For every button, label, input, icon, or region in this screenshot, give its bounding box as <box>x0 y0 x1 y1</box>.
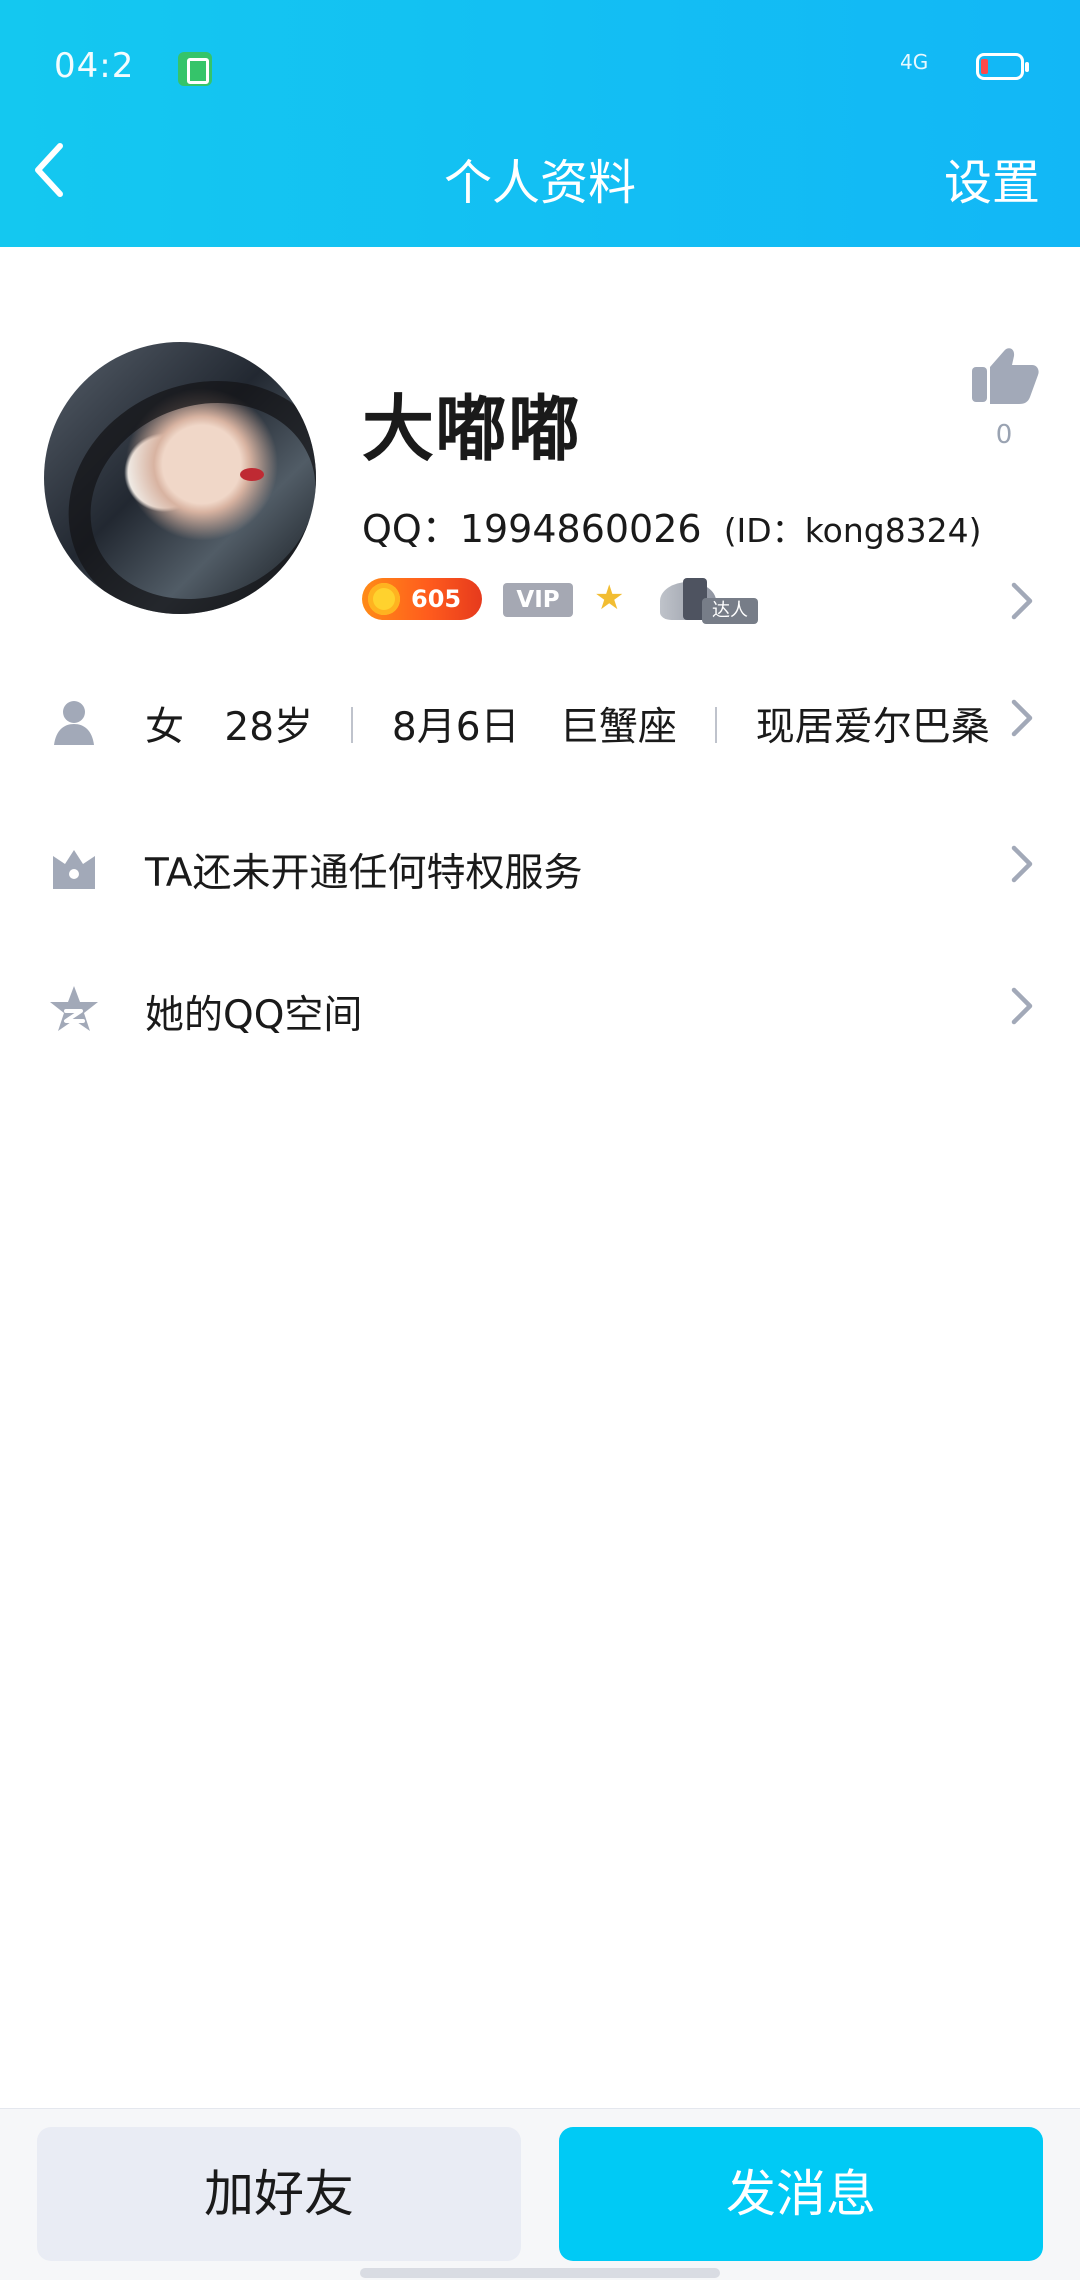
username: 大嘟嘟 <box>362 387 582 471</box>
status-time: 04:2 <box>54 46 135 86</box>
signal-text: 4G <box>900 50 929 74</box>
privilege-label: TA还未开通任何特权服务 <box>145 851 583 896</box>
birthday: 8月6日 <box>391 705 520 750</box>
location: 现居爱尔巴桑 <box>755 705 990 750</box>
page-title: 个人资料 <box>443 155 636 211</box>
master-badge-label: 达人 <box>702 598 758 624</box>
chevron-right-icon <box>1011 845 1033 883</box>
bottom-action-bar: 加好友 发消息 <box>0 2108 1080 2280</box>
privilege-row[interactable]: TA还未开通任何特权服务 <box>0 808 1080 918</box>
battery-icon <box>976 53 1029 80</box>
avatar[interactable] <box>44 342 316 614</box>
thumbs-up-icon <box>972 348 1039 404</box>
qq-label: QQ：1994860026 <box>362 507 702 551</box>
security-icon <box>178 52 212 86</box>
age: 28岁 <box>224 705 314 750</box>
profile-info-text: 女 28岁 8月6日 巨蟹座 现居爱尔巴桑 <box>145 696 990 752</box>
id-label: (ID：kong8324) <box>723 511 982 550</box>
chevron-left-icon <box>35 143 63 197</box>
divider <box>351 707 354 743</box>
home-indicator[interactable] <box>360 2268 720 2278</box>
master-badge: 达人 <box>650 578 760 626</box>
zodiac: 巨蟹座 <box>559 705 677 750</box>
settings-button[interactable]: 设置 <box>944 143 1040 213</box>
qzone-row[interactable]: 她的QQ空间 <box>0 950 1080 1060</box>
gender: 女 <box>145 705 185 750</box>
qzone-star-icon <box>50 986 98 1031</box>
level-badge: 605 <box>362 578 482 620</box>
chevron-right-icon <box>1011 987 1033 1025</box>
star-icon: ★ <box>594 578 625 618</box>
badge-list[interactable]: 605 VIP ★ 达人 <box>362 578 782 624</box>
chevron-right-icon <box>1011 699 1033 737</box>
chevron-right-icon[interactable] <box>1008 580 1036 622</box>
add-friend-button[interactable]: 加好友 <box>37 2127 521 2261</box>
person-icon <box>54 701 94 745</box>
back-button[interactable] <box>28 140 72 200</box>
header-bar: 04:2 4G 个人资料 设置 <box>0 0 1080 247</box>
like-button[interactable] <box>965 342 1045 410</box>
qq-number: QQ：1994860026 (ID：kong8324) <box>362 498 982 553</box>
vip-badge: VIP <box>503 583 573 617</box>
divider <box>715 707 718 743</box>
profile-info-row[interactable]: 女 28岁 8月6日 巨蟹座 现居爱尔巴桑 <box>0 662 1080 772</box>
crown-icon <box>53 850 95 889</box>
like-count: 0 <box>995 420 1013 450</box>
send-message-button[interactable]: 发消息 <box>559 2127 1043 2261</box>
qzone-label: 她的QQ空间 <box>145 993 363 1038</box>
